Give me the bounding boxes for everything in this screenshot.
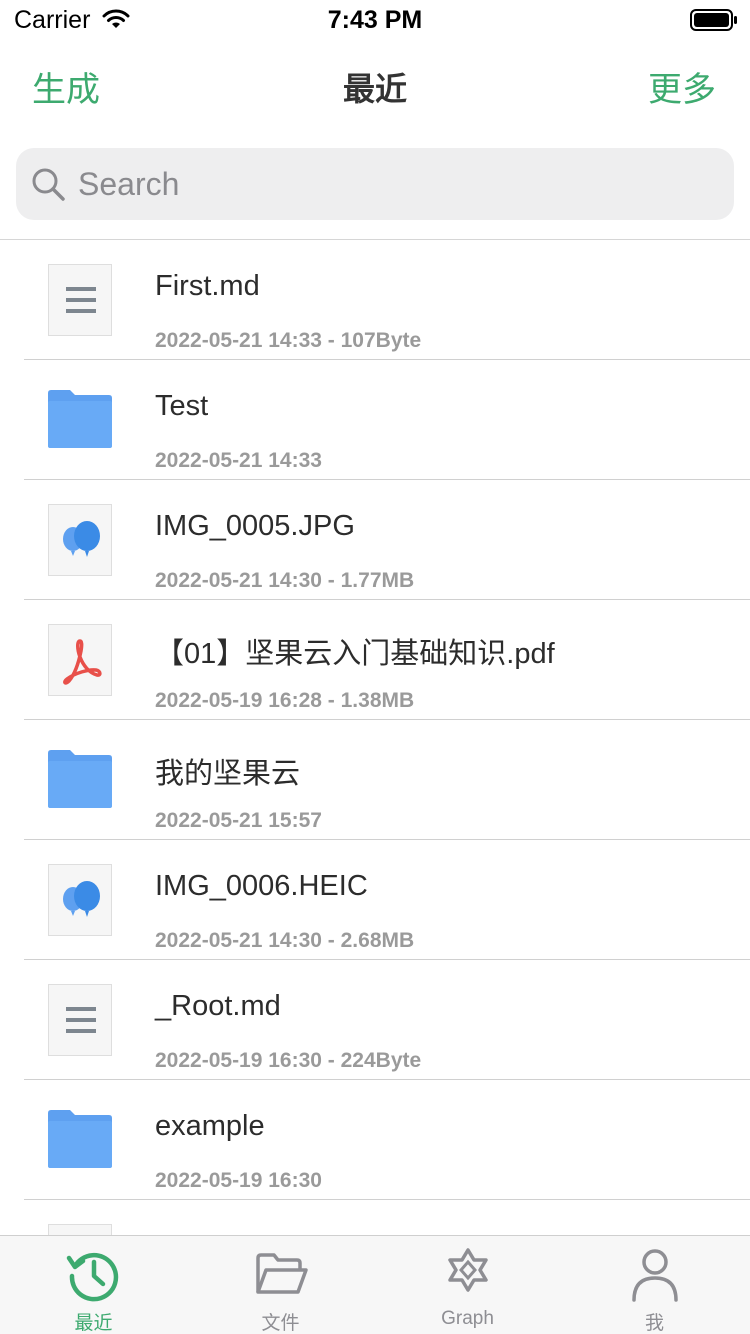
folder-icon (48, 750, 112, 808)
tab-graph[interactable]: Graph (374, 1236, 561, 1334)
tab-label: 最近 (74, 1313, 113, 1334)
tab-me[interactable]: 我 (561, 1236, 748, 1334)
file-meta: 2022-05-19 16:30 - 224Byte (155, 1049, 422, 1072)
file-meta: 2022-05-21 14:33 (155, 449, 322, 472)
file-name: First.md (155, 270, 260, 302)
tab-label: 文件 (261, 1313, 300, 1334)
file-name: _Root.md (155, 990, 281, 1022)
markdown-file-icon (48, 984, 112, 1056)
tab-label: Graph (441, 1308, 494, 1329)
list-item[interactable]: 【01】坚果云入门基础知识.pdf 2022-05-19 16:28 - 1.3… (0, 600, 750, 720)
tab-recent[interactable]: 最近 (0, 1236, 187, 1334)
tab-label: 我 (644, 1313, 664, 1334)
file-meta: 2022-05-21 14:30 - 1.77MB (155, 569, 415, 592)
file-name: 我的坚果云 (155, 758, 301, 790)
list-item[interactable]: 我的坚果云 2022-05-21 15:57 (0, 720, 750, 840)
search-bar[interactable] (16, 148, 734, 220)
file-name: IMG_0005.JPG (155, 510, 355, 542)
history-icon (66, 1252, 119, 1302)
file-name: 【01】坚果云入门基础知识.pdf (155, 638, 555, 670)
navigation-bar: 生成 最近 更多 (0, 40, 750, 128)
list-item[interactable]: First.md 2022-05-21 14:33 - 107Byte (0, 240, 750, 360)
battery-icon (690, 9, 737, 31)
file-meta: 2022-05-19 16:28 - 1.38MB (155, 689, 415, 712)
pdf-file-icon (48, 624, 112, 696)
list-item[interactable]: IMG_0005.JPG 2022-05-21 14:30 - 1.77MB (0, 480, 750, 600)
person-icon (632, 1249, 678, 1302)
list-item[interactable]: Test 2022-05-21 14:33 (0, 360, 750, 480)
list-item[interactable]: _Root.md 2022-05-19 16:30 - 224Byte (0, 960, 750, 1080)
tab-bar: 最近 文件 Graph 我 (0, 1235, 750, 1334)
file-meta: 2022-05-21 15:57 (155, 809, 322, 832)
graph-icon (448, 1248, 488, 1292)
list-item[interactable]: example 2022-05-19 16:30 (0, 1080, 750, 1200)
image-file-icon (48, 864, 112, 936)
folder-icon (48, 390, 112, 448)
status-time: 7:43 PM (327, 6, 423, 34)
file-meta: 2022-05-21 14:30 - 2.68MB (155, 929, 415, 952)
recent-file-list[interactable]: First.md 2022-05-21 14:33 - 107Byte Test… (0, 240, 750, 1235)
markdown-file-icon (48, 1224, 112, 1235)
search-input[interactable] (78, 162, 708, 206)
folder-open-icon (256, 1253, 308, 1294)
file-name: Test (155, 390, 209, 422)
more-button[interactable]: 更多 (648, 62, 716, 111)
list-item[interactable] (0, 1200, 750, 1235)
tab-files[interactable]: 文件 (187, 1236, 374, 1334)
status-bar: Carrier 7:43 PM (0, 0, 750, 40)
file-name: example (155, 1110, 265, 1142)
markdown-file-icon (48, 264, 112, 336)
search-icon (32, 168, 65, 201)
file-name: IMG_0006.HEIC (155, 870, 368, 902)
file-meta: 2022-05-19 16:30 (155, 1169, 322, 1192)
page-title: 最近 (342, 71, 407, 107)
list-item[interactable]: IMG_0006.HEIC 2022-05-21 14:30 - 2.68MB (0, 840, 750, 960)
image-file-icon (48, 504, 112, 576)
file-meta: 2022-05-21 14:33 - 107Byte (155, 329, 422, 352)
folder-icon (48, 1110, 112, 1168)
